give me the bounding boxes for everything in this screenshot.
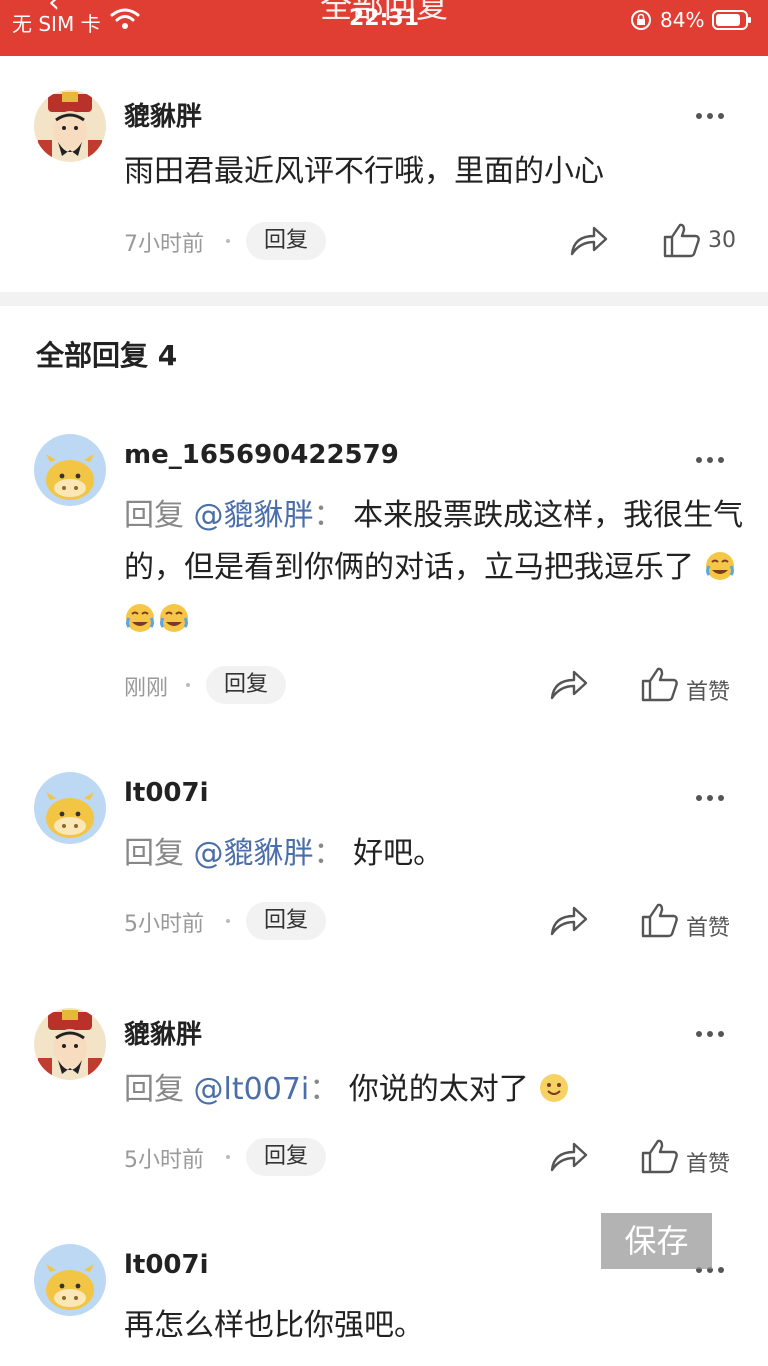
username[interactable]: lt007i <box>124 1250 209 1280</box>
caishen-avatar-icon <box>34 90 106 162</box>
share-icon[interactable] <box>548 1140 588 1174</box>
timestamp: 5小时前 <box>124 912 204 937</box>
crying-laughing-emoji <box>705 552 734 580</box>
avatar[interactable] <box>34 1008 106 1080</box>
cow-avatar-icon <box>34 1244 106 1316</box>
like-count: 30 <box>708 228 736 253</box>
avatar[interactable] <box>34 772 106 844</box>
reply-separator: ： <box>313 498 344 533</box>
avatar[interactable] <box>34 90 106 162</box>
crying-laughing-emoji <box>160 604 188 632</box>
like-icon[interactable] <box>640 1138 680 1174</box>
like-label[interactable]: 首赞 <box>686 910 730 942</box>
reply-prefix: 回复 <box>124 836 184 871</box>
username[interactable]: 貔貅胖 <box>124 1014 202 1051</box>
reply-text: 回复 @貔貅胖： 本来股票跌成这样，我很生气的，但是看到你俩的对话，立马把我逗乐… <box>124 490 744 646</box>
reply-prefix: 回复 <box>124 1072 184 1107</box>
mention-link[interactable]: @貔貅胖 <box>194 498 314 533</box>
share-icon[interactable] <box>548 904 588 938</box>
reply-content: 好吧。 <box>353 836 444 871</box>
crying-laughing-emoji <box>126 604 154 632</box>
username[interactable]: 貔貅胖 <box>124 96 202 133</box>
reply-button[interactable]: 回复 <box>246 1138 327 1176</box>
reply-separator: ： <box>309 1072 340 1107</box>
cow-avatar-icon <box>34 434 106 506</box>
mention-link[interactable]: @lt007i <box>194 1072 310 1107</box>
timestamp: 5小时前 <box>124 1148 204 1173</box>
separator-dot <box>226 919 230 923</box>
reply-button[interactable]: 回复 <box>206 666 287 704</box>
reply-content: 你说的太对了 <box>348 1072 529 1107</box>
cow-avatar-icon <box>34 772 106 844</box>
save-button[interactable]: 保存 <box>601 1213 712 1269</box>
reply-separator: ： <box>313 836 344 871</box>
reply-prefix: 回复 <box>124 498 184 533</box>
mention-link[interactable]: @貔貅胖 <box>194 836 314 871</box>
caishen-avatar-icon <box>34 1008 106 1080</box>
section-divider <box>0 292 768 306</box>
like-icon[interactable] <box>662 222 702 258</box>
avatar[interactable] <box>34 1244 106 1316</box>
comment-text: 雨田君最近风评不行哦，里面的小心 <box>124 154 604 189</box>
like-label[interactable]: 首赞 <box>686 674 730 706</box>
separator-dot <box>186 683 190 687</box>
timestamp: 刚刚 <box>124 676 169 701</box>
comment-meta: 7小时前 回复 <box>124 222 384 260</box>
reply-text: 再怎么样也比你强吧。 <box>124 1308 424 1343</box>
reply-meta: 刚刚 回复 <box>124 666 324 704</box>
username[interactable]: me_165690422579 <box>124 440 399 470</box>
smile-emoji <box>540 1074 569 1102</box>
reply-button[interactable]: 回复 <box>246 902 327 940</box>
reply-button[interactable]: 回复 <box>246 222 327 260</box>
separator-dot <box>226 1155 230 1159</box>
avatar[interactable] <box>34 434 106 506</box>
share-icon[interactable] <box>568 224 608 258</box>
timestamp: 7小时前 <box>124 232 204 257</box>
share-icon[interactable] <box>548 668 588 702</box>
reply-text: 回复 @lt007i： 你说的太对了 <box>124 1064 744 1116</box>
like-label[interactable]: 首赞 <box>686 1146 730 1178</box>
like-icon[interactable] <box>640 666 680 702</box>
replies-header: 全部回复 4 <box>36 339 178 372</box>
reply-text: 回复 @貔貅胖： 好吧。 <box>124 828 744 880</box>
main-comment: 貔貅胖 雨田君最近风评不行哦，里面的小心 7小时前 回复 30 <box>0 0 768 292</box>
username[interactable]: lt007i <box>124 778 209 808</box>
reply-meta: 5小时前 回复 <box>124 1138 384 1176</box>
more-icon[interactable] <box>696 786 736 806</box>
more-icon[interactable] <box>696 448 736 468</box>
like-icon[interactable] <box>640 902 680 938</box>
more-icon[interactable] <box>696 1022 736 1042</box>
separator-dot <box>226 239 230 243</box>
more-icon[interactable] <box>696 104 736 124</box>
reply-meta: 5小时前 回复 <box>124 902 384 940</box>
